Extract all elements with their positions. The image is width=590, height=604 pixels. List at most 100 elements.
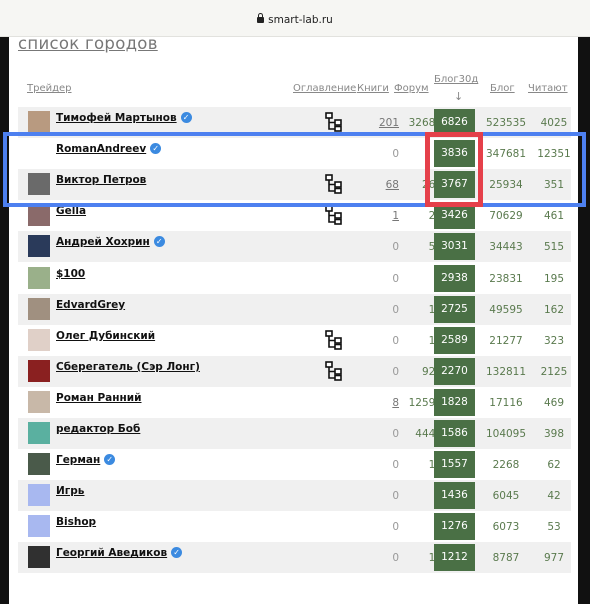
books-count: 0	[392, 521, 399, 534]
table-of-contents-icon[interactable]	[325, 329, 343, 350]
avatar[interactable]	[28, 359, 50, 382]
books-count: 0	[392, 490, 399, 503]
header-blog[interactable]: Блог	[490, 83, 515, 94]
header-toc[interactable]: Оглавление	[293, 83, 356, 94]
readers-count: 398	[543, 428, 565, 440]
verified-icon: ✓	[104, 454, 116, 466]
trader-name-link[interactable]: Сберегатель (Сэр Лонг)	[56, 361, 200, 373]
avatar[interactable]	[28, 484, 50, 507]
trader-name[interactable]: Игрь	[56, 485, 84, 497]
books-count: 0	[392, 552, 399, 565]
page-content: список городов Трейдер Оглавление Книги …	[9, 34, 578, 604]
trader-name-link[interactable]: $100	[56, 268, 85, 280]
blog30-count: 1436	[434, 482, 475, 510]
avatar[interactable]	[28, 111, 50, 133]
avatar[interactable]	[28, 546, 50, 569]
books-count: 0	[392, 303, 399, 316]
table-row: Герман✓0131557226862	[18, 449, 571, 480]
blog-count: 70629	[489, 210, 523, 223]
avatar[interactable]	[28, 422, 50, 444]
trader-name-link[interactable]: Георгий Аведиков ✓	[56, 547, 183, 559]
browser-address-bar[interactable]: smart-lab.ru	[0, 0, 590, 37]
avatar[interactable]	[28, 390, 50, 413]
readers-count: 461	[543, 210, 565, 223]
readers-count: 515	[543, 241, 565, 254]
table-of-contents-icon[interactable]	[325, 360, 343, 381]
blog30-count: 1557	[434, 451, 475, 479]
header-trader[interactable]: Трейдер	[27, 83, 72, 94]
trader-name[interactable]: Сберегатель (Сэр Лонг)	[56, 361, 200, 373]
avatar[interactable]	[28, 328, 50, 351]
trader-name-link[interactable]: редактор Боб	[56, 423, 140, 435]
table-of-contents-icon[interactable]	[325, 205, 343, 226]
blog30-count: 1212	[434, 544, 475, 572]
trader-name-link[interactable]: Тимофей Мартынов ✓	[56, 112, 192, 124]
table-row: Андрей Хохрин✓058303134443515	[18, 231, 571, 263]
blog-count: 104095	[485, 428, 527, 440]
trader-name-link[interactable]: EdvardGrey	[56, 299, 125, 311]
trader-name[interactable]: Герман	[56, 454, 100, 466]
trader-name[interactable]: $100	[56, 268, 85, 280]
books-count[interactable]: 8	[392, 397, 399, 409]
trader-name-link[interactable]: Игрь	[56, 485, 84, 497]
blog-count: 23831	[489, 272, 523, 285]
blog30-count: 1586	[434, 420, 475, 447]
trader-name[interactable]: EdvardGrey	[56, 299, 125, 311]
blog-count: 21277	[489, 334, 523, 347]
avatar[interactable]	[28, 235, 50, 258]
blue-highlight-box	[3, 132, 586, 207]
trader-name-link[interactable]: Bishop	[56, 516, 96, 528]
avatar[interactable]	[28, 266, 50, 289]
trader-name[interactable]: Георгий Аведиков	[56, 547, 167, 559]
books-count: 0	[392, 241, 399, 254]
header-readers[interactable]: Читают	[528, 83, 568, 94]
readers-count: 195	[543, 272, 565, 285]
trader-name[interactable]: Gella	[56, 205, 86, 217]
header-forum[interactable]: Форум	[394, 83, 429, 94]
table-of-contents-icon[interactable]	[325, 112, 343, 132]
verified-icon: ✓	[180, 112, 192, 123]
trader-name[interactable]: Тимофей Мартынов	[56, 112, 177, 124]
table-row: Игрь071436604542	[18, 480, 571, 512]
blog30-count: 2589	[434, 326, 475, 354]
trader-name-link[interactable]: Роман Ранний	[56, 392, 142, 404]
header-books[interactable]: Книги	[357, 83, 389, 94]
table-row: Bishop011276607353	[18, 511, 571, 542]
readers-count: 323	[543, 334, 565, 347]
trader-name-link[interactable]: Герман ✓	[56, 454, 116, 466]
trader-name-link[interactable]: Олег Дубинский	[56, 330, 155, 342]
trader-name-link[interactable]: Андрей Хохрин ✓	[56, 236, 165, 248]
table-row: Сберегатель (Сэр Лонг) 0 921 2270 132811 2125	[18, 355, 571, 387]
header-blog30[interactable]: Блог30д	[434, 74, 478, 85]
trader-name[interactable]: Роман Ранний	[56, 392, 142, 404]
avatar[interactable]	[28, 453, 50, 476]
verified-icon: ✓	[171, 547, 183, 559]
blog-count: 8787	[492, 552, 520, 565]
url-text[interactable]: smart-lab.ru	[268, 14, 333, 26]
blog-count: 34443	[489, 241, 523, 254]
books-count: 0	[392, 272, 399, 285]
blog30-count: 1828	[434, 388, 475, 416]
table-row: Георгий Аведиков✓01612128787977	[18, 542, 571, 574]
avatar[interactable]	[28, 204, 50, 227]
readers-count: 2125	[540, 365, 568, 378]
blog-count: 49595	[489, 303, 523, 316]
blog30-count: 1276	[434, 513, 475, 541]
trader-name[interactable]: редактор Боб	[56, 423, 140, 435]
table-row: $10000293823831195	[18, 263, 571, 294]
blog30-count: 2938	[434, 264, 475, 292]
books-count[interactable]: 201	[379, 117, 399, 129]
blog-count: 6045	[492, 490, 520, 503]
avatar[interactable]	[28, 297, 50, 320]
books-count[interactable]: 1	[392, 210, 399, 222]
blog-count: 523535	[485, 117, 527, 129]
blog30-count: 3031	[434, 233, 475, 261]
page-title-link[interactable]: список городов	[18, 34, 158, 53]
trader-name[interactable]: Андрей Хохрин	[56, 236, 150, 248]
blog-count: 132811	[485, 365, 527, 378]
trader-name-link[interactable]: Gella	[56, 205, 86, 217]
avatar[interactable]	[28, 515, 50, 538]
trader-name[interactable]: Олег Дубинский	[56, 330, 155, 342]
table-row: редактор Боб 0 4446 1586 104095 398	[18, 418, 571, 449]
trader-name[interactable]: Bishop	[56, 516, 96, 528]
